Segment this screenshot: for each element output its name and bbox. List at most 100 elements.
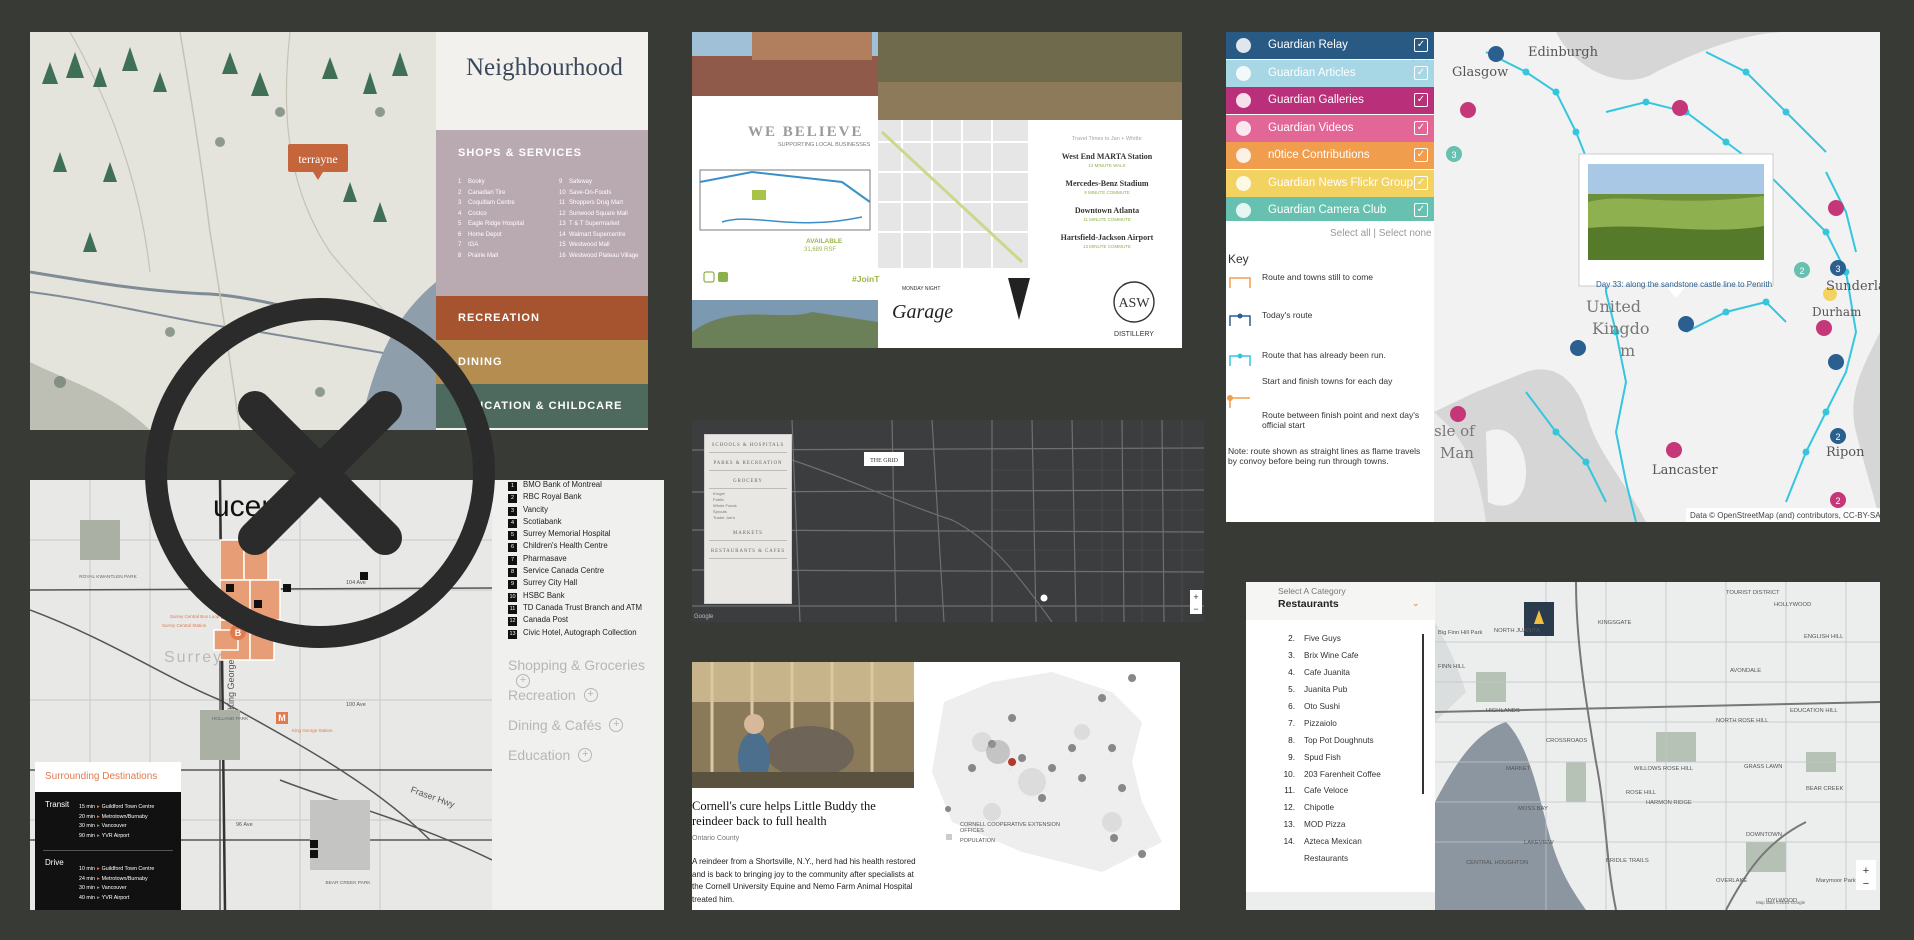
category-toggle[interactable]: Dining & Cafés + bbox=[508, 716, 624, 733]
checkbox[interactable]: ✓ bbox=[1414, 93, 1428, 107]
select-all-link[interactable]: Select all bbox=[1330, 228, 1371, 239]
category-item[interactable]: MARKETS bbox=[709, 527, 787, 541]
list-item[interactable]: 10 HSBC Bank bbox=[508, 591, 642, 603]
list-item[interactable]: 13 Civic Hotel, Autograph Collection bbox=[508, 628, 642, 640]
close-icon[interactable] bbox=[145, 298, 495, 648]
category-toggle[interactable]: Recreation + bbox=[508, 686, 598, 703]
list-item[interactable]: 5. Juanita Pub bbox=[1246, 685, 1435, 702]
category-select[interactable]: Select A Category Restaurants ⌄ bbox=[1246, 582, 1435, 620]
checkbox[interactable]: ✓ bbox=[1414, 65, 1428, 80]
key-title: Key bbox=[1228, 252, 1249, 266]
category-toggle[interactable]: Shopping & Groceries+ bbox=[508, 656, 664, 689]
svg-text:CENTRAL HOUGHTON: CENTRAL HOUGHTON bbox=[1466, 860, 1528, 866]
list-item[interactable]: 4 Scotiabank bbox=[508, 517, 642, 529]
checkbox[interactable]: ✓ bbox=[1414, 148, 1428, 162]
plus-icon[interactable]: + bbox=[583, 688, 598, 703]
svg-text:3: 3 bbox=[1835, 264, 1840, 274]
list-item[interactable]: 11. Cafe Veloce bbox=[1246, 786, 1435, 803]
select-none-link[interactable]: Select none bbox=[1379, 228, 1432, 239]
travel-times: West End MARTA Station 12 MINUTE WALK Merc… bbox=[1037, 152, 1177, 260]
chevron-down-icon[interactable]: ⌄ bbox=[1412, 598, 1420, 609]
torch-relay-map-card[interactable]: 32322 + − Edinburgh Glasgow United Kingd… bbox=[1226, 32, 1880, 522]
retail-brochure-card[interactable]: ASW DISTILLERY MONDAY NIGHT Garage WE BE… bbox=[692, 32, 1182, 348]
list-item[interactable]: 3 Vancity bbox=[508, 505, 642, 517]
list-item[interactable]: 6 Children's Health Centre bbox=[508, 541, 642, 553]
category-sidebar[interactable]: SCHOOLS & HOSPITALS PARKS & RECREATION GRO… bbox=[704, 434, 792, 604]
list-item[interactable]: 1 BMO Bank of Montreal bbox=[508, 480, 642, 492]
list-item[interactable]: 13. MOD Pizza bbox=[1246, 820, 1435, 837]
selected-category[interactable]: Restaurants bbox=[1278, 598, 1339, 610]
layer-icon bbox=[1236, 203, 1251, 218]
layer-toggle[interactable]: n0tice Contributions ✓ bbox=[1226, 142, 1434, 169]
svg-text:HOLLYWOOD: HOLLYWOOD bbox=[1774, 602, 1811, 608]
sub-item[interactable]: Trader Joe's bbox=[713, 515, 791, 521]
list-item[interactable]: 8. Top Pot Doughnuts bbox=[1246, 736, 1435, 753]
shop-item: 9 Safeway bbox=[559, 179, 593, 185]
list-item[interactable]: 11 TD Canada Trust Branch and ATM bbox=[508, 603, 642, 615]
list-item[interactable]: 2. Five Guys bbox=[1246, 634, 1435, 651]
list-item[interactable]: 4. Cafe Juanita bbox=[1246, 668, 1435, 685]
category-item[interactable]: GROCERY bbox=[709, 475, 787, 489]
layer-toggle[interactable]: Guardian Relay ✓ bbox=[1226, 32, 1434, 59]
list-item[interactable]: 3. Brix Wine Cafe bbox=[1246, 651, 1435, 668]
svg-text:Kingdo: Kingdo bbox=[1592, 319, 1650, 338]
hashtag: #JoinT bbox=[852, 274, 880, 284]
list-item[interactable]: 12 Canada Post bbox=[508, 615, 642, 627]
transit-label: Transit bbox=[45, 800, 70, 809]
layer-icon bbox=[1236, 38, 1251, 53]
list-item[interactable]: 5 Surrey Memorial Hospital bbox=[508, 529, 642, 541]
category-item[interactable]: SCHOOLS & HOSPITALS bbox=[709, 439, 787, 453]
subline: SUPPORTING LOCAL BUSINESSES bbox=[778, 142, 871, 148]
shop-item: 13 T & T Supermarket bbox=[559, 221, 620, 227]
checkbox[interactable]: ✓ bbox=[1414, 175, 1428, 190]
plus-icon[interactable]: + bbox=[578, 748, 593, 763]
layer-toggle[interactable]: Guardian News Flickr Group ✓ bbox=[1226, 169, 1434, 197]
svg-text:TOURIST DISTRICT: TOURIST DISTRICT bbox=[1726, 590, 1780, 596]
headline[interactable]: Cornell's cure helps Little Buddy the bbox=[692, 799, 876, 814]
key-item: official start bbox=[1262, 420, 1305, 430]
note: by convoy before being run through towns… bbox=[1228, 456, 1389, 466]
dark-street-map-card[interactable]: THE GRID + − Google SCHOOLS & HOSPITALS P… bbox=[692, 420, 1204, 622]
svg-text:Surrey: Surrey bbox=[164, 649, 223, 666]
svg-text:MONDAY NIGHT: MONDAY NIGHT bbox=[902, 286, 940, 292]
select-label: Select A Category bbox=[1278, 586, 1346, 596]
plus-icon[interactable]: + bbox=[609, 718, 624, 733]
headline[interactable]: reindeer back to full health bbox=[692, 814, 827, 829]
svg-text:THE GRID: THE GRID bbox=[870, 458, 898, 464]
shop-item: 3 Coquitlam Centre bbox=[458, 200, 515, 206]
arrow-icon: ▸ bbox=[97, 832, 100, 839]
list-item[interactable]: Restaurants bbox=[1246, 854, 1435, 871]
list-item[interactable]: 2 RBC Royal Bank bbox=[508, 492, 642, 504]
checkbox[interactable]: ✓ bbox=[1414, 38, 1428, 52]
layer-toggle[interactable]: Guardian Galleries ✓ bbox=[1226, 87, 1434, 114]
shops-services-section[interactable]: SHOPS & SERVICES 1 Booky 2 Canadian Tire 3 Co… bbox=[436, 130, 648, 312]
svg-text:Sunderla: Sunderla bbox=[1826, 279, 1880, 294]
county: Ontario County bbox=[692, 835, 740, 842]
list-item[interactable]: 6. Oto Sushi bbox=[1246, 702, 1435, 719]
checkbox[interactable]: ✓ bbox=[1414, 203, 1428, 217]
restaurant-list[interactable]: 2. Five Guys 3. Brix Wine Cafe 4. Cafe Juanit… bbox=[1246, 634, 1435, 871]
list-item[interactable]: 9. Spud Fish bbox=[1246, 753, 1435, 770]
category-item[interactable]: PARKS & RECREATION bbox=[709, 457, 787, 471]
checkbox[interactable]: ✓ bbox=[1414, 120, 1428, 135]
list-item[interactable]: 8 Service Canada Centre bbox=[508, 566, 642, 578]
kirkland-map-card[interactable]: + − Map data ©2023 Google TOURIST DISTRI… bbox=[1246, 582, 1880, 910]
layer-toggle[interactable]: Guardian Articles ✓ bbox=[1226, 59, 1434, 87]
arrow-icon: ▸ bbox=[97, 885, 100, 892]
list-item[interactable]: 10. 203 Farenheit Coffee bbox=[1246, 770, 1435, 787]
list-item[interactable]: 12. Chipotle bbox=[1246, 803, 1435, 820]
list-item[interactable]: 7 Pharmasave bbox=[508, 554, 642, 566]
list-item[interactable]: 7. Pizzaiolo bbox=[1246, 719, 1435, 736]
category-toggle[interactable]: Education + bbox=[508, 746, 593, 763]
scrollbar[interactable] bbox=[1422, 634, 1424, 794]
layer-toggle[interactable]: Guardian Camera Club ✓ bbox=[1226, 197, 1434, 224]
section-heading: SHOPS & SERVICES bbox=[458, 147, 582, 159]
travel-destination: Downtown Atlanta 11 MINUTE COMMUTE bbox=[1074, 206, 1140, 222]
list-item[interactable]: 14. Azteca Mexican bbox=[1246, 837, 1435, 854]
svg-text:IDYLWOOD: IDYLWOOD bbox=[1766, 898, 1797, 904]
key-item: Start and finish towns for each day bbox=[1262, 376, 1393, 386]
list-item[interactable]: 9 Surrey City Hall bbox=[508, 578, 642, 590]
layer-toggle[interactable]: Guardian Videos ✓ bbox=[1226, 114, 1434, 142]
category-item[interactable]: RESTAURANTS & CAFES bbox=[709, 545, 787, 559]
cornell-news-card[interactable]: Cornell's cure helps Little Buddy the re… bbox=[692, 662, 1180, 910]
